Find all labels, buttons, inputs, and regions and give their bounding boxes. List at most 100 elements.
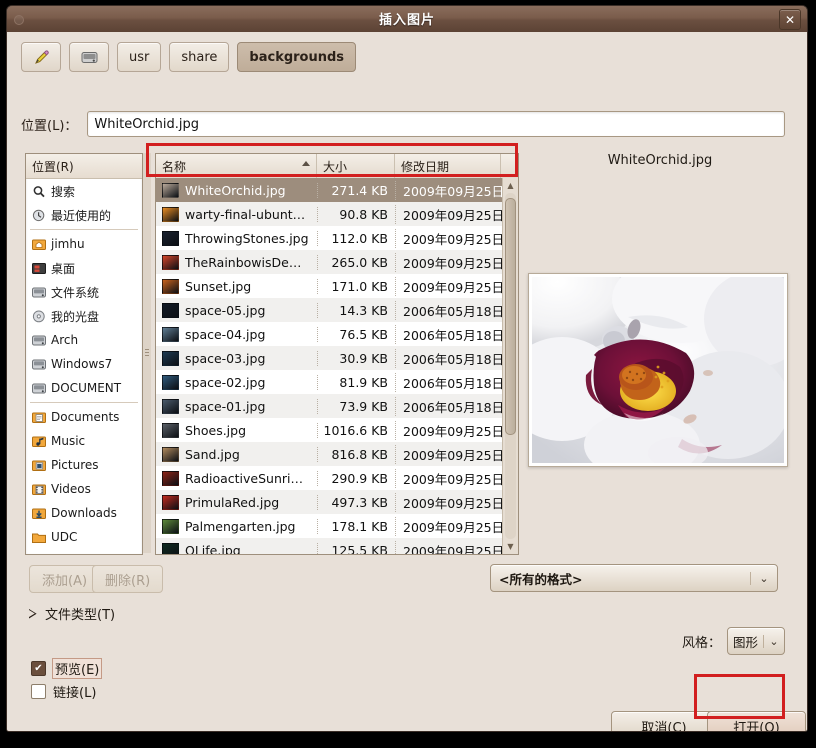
chevron-down-icon: ⌄ [750,571,777,585]
file-format-filter-value: <所有的格式> [499,571,583,587]
file-size-cell: 265.0 KB [317,254,395,270]
preview-image-frame [528,273,788,467]
column-header-date[interactable]: 修改日期 [395,154,501,178]
place-item-[interactable]: 文件系统 [26,280,142,304]
place-item-music[interactable]: Music [26,429,142,453]
cancel-button[interactable]: 取消(C) [611,711,717,731]
breadcrumb-backgrounds[interactable]: backgrounds [237,42,357,72]
filesystem-root-button[interactable] [69,42,109,72]
table-row[interactable]: space-01.jpg 73.9 KB 2006年05月18日 [156,394,503,418]
file-thumbnail-icon [162,374,179,390]
file-name-cell: space-05.jpg [156,302,317,318]
file-date-cell: 2006年05月18日 [395,348,503,368]
file-date-cell: 2009年09月25日 [395,444,503,464]
scroll-up-icon[interactable]: ▲ [503,178,518,193]
file-name-cell: RadioactiveSunri… [156,470,317,486]
filetype-expander[interactable]: 文件类型(T) [29,604,115,623]
file-size-cell: 497.3 KB [317,494,395,510]
table-row[interactable]: ThrowingStones.jpg 112.0 KB 2009年09月25日 [156,226,503,250]
link-checkbox-row[interactable]: 链接(L) [31,682,96,701]
place-item-udc[interactable]: UDC [26,525,142,549]
pane-splitter[interactable] [143,153,151,553]
place-item-[interactable]: 最近使用的 [26,203,142,227]
file-date-cell: 2009年09月25日 [395,180,503,200]
file-list-header: 名称 大小 修改日期 [156,154,518,179]
style-select[interactable]: 图形 ⌄ [727,627,785,655]
place-item-label: 最近使用的 [51,208,112,223]
table-row[interactable]: TheRainbowisDe… 265.0 KB 2009年09月25日 [156,250,503,274]
scrollbar-thumb[interactable] [505,198,516,435]
table-row[interactable]: space-05.jpg 14.3 KB 2006年05月18日 [156,298,503,322]
place-item-arch[interactable]: Arch [26,328,142,352]
place-item-[interactable]: 我的光盘 [26,304,142,328]
place-item-documents[interactable]: Documents [26,405,142,429]
place-item-downloads[interactable]: Downloads [26,501,142,525]
file-name-label: TheRainbowisDe… [185,254,302,270]
file-rows: WhiteOrchid.jpg 271.4 KB 2009年09月25日 warty-… [156,178,503,554]
place-item-label: 桌面 [51,261,76,276]
table-row[interactable]: space-02.jpg 81.9 KB 2006年05月18日 [156,370,503,394]
close-button[interactable]: ✕ [779,9,801,30]
table-row[interactable]: space-04.jpg 76.5 KB 2006年05月18日 [156,322,503,346]
filesystem-drive-icon [32,286,46,299]
table-row[interactable]: space-03.jpg 30.9 KB 2006年05月18日 [156,346,503,370]
file-name-cell: Palmengarten.jpg [156,518,317,534]
place-item-label: Downloads [51,506,117,520]
open-button[interactable]: 打开(O) [707,711,806,731]
place-item-document[interactable]: DOCUMENT [26,376,142,400]
file-size-cell: 271.4 KB [317,182,395,198]
column-header-name[interactable]: 名称 [156,154,317,178]
place-item-videos[interactable]: Videos [26,477,142,501]
place-item-windows7[interactable]: Windows7 [26,352,142,376]
place-item-[interactable]: 桌面 [26,256,142,280]
table-row[interactable]: Shoes.jpg 1016.6 KB 2009年09月25日 [156,418,503,442]
place-item-pictures[interactable]: Pictures [26,453,142,477]
scroll-down-icon[interactable]: ▼ [503,539,518,554]
preview-checkbox[interactable]: ✔ [31,661,46,676]
file-format-filter-select[interactable]: <所有的格式> ⌄ [490,564,778,592]
places-separator [30,402,138,403]
preview-filename: WhiteOrchid.jpg [607,153,713,168]
column-header-size-label: 大小 [323,159,348,174]
link-checkbox[interactable] [31,684,46,699]
table-row[interactable]: OLife.jpg 125.5 KB 2009年09月25日 [156,538,503,554]
hard-drive-icon [81,51,97,63]
file-thumbnail-icon [162,494,179,510]
table-row[interactable]: Sunset.jpg 171.0 KB 2009年09月25日 [156,274,503,298]
location-input[interactable]: WhiteOrchid.jpg [87,111,785,137]
remove-button[interactable]: 删除(R) [92,565,164,593]
table-row[interactable]: warty-final-ubunt… 90.8 KB 2009年09月25日 [156,202,503,226]
place-item-jimhu[interactable]: jimhu [26,232,142,256]
place-item-label: DOCUMENT [51,381,122,395]
file-date-cell: 2009年09月25日 [395,516,503,536]
table-row[interactable]: WhiteOrchid.jpg 271.4 KB 2009年09月25日 [156,178,503,202]
file-name-label: space-02.jpg [185,374,266,390]
type-filename-button[interactable] [21,42,61,72]
breadcrumb-share[interactable]: share [169,42,230,72]
breadcrumb-usr[interactable]: usr [117,42,162,72]
sort-ascending-icon [302,161,310,166]
file-thumbnail-icon [162,542,179,554]
column-header-size[interactable]: 大小 [317,154,395,178]
add-button[interactable]: 添加(A) [29,565,101,593]
preview-checkbox-label: 预览(E) [51,658,103,679]
table-row[interactable]: PrimulaRed.jpg 497.3 KB 2009年09月25日 [156,490,503,514]
file-thumbnail-icon [162,446,179,462]
file-thumbnail-icon [162,182,179,198]
file-list-scrollbar[interactable]: ▲ ▼ [502,178,518,554]
file-name-label: OLife.jpg [185,542,241,555]
place-item-label: Pictures [51,458,99,472]
file-thumbnail-icon [162,230,179,246]
place-item-[interactable]: 搜索 [26,179,142,203]
window-title: 插入图片 [378,13,435,28]
preview-checkbox-row[interactable]: ✔ 预览(E) [31,658,103,679]
file-name-cell: TheRainbowisDe… [156,254,317,270]
table-row[interactable]: Sand.jpg 816.8 KB 2009年09月25日 [156,442,503,466]
file-thumbnail-icon [162,470,179,486]
pencil-icon [34,49,49,64]
folder-icon [32,531,46,544]
table-row[interactable]: Palmengarten.jpg 178.1 KB 2009年09月25日 [156,514,503,538]
file-name-cell: WhiteOrchid.jpg [156,182,317,198]
table-row[interactable]: RadioactiveSunri… 290.9 KB 2009年09月25日 [156,466,503,490]
location-label: 位置(L)： [21,118,78,134]
